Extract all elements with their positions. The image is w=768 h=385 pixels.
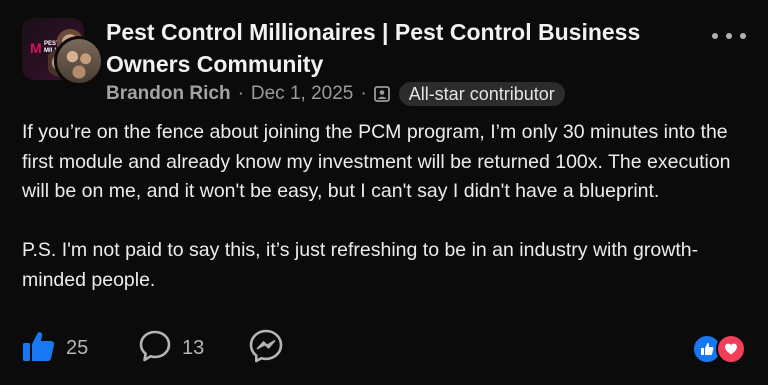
more-options-button[interactable] xyxy=(712,26,746,46)
love-reaction-icon xyxy=(716,334,746,364)
post-meta: Brandon Rich · Dec 1, 2025 · All-star co… xyxy=(106,82,565,106)
meta-separator: · xyxy=(360,83,367,104)
comment-count: 13 xyxy=(182,336,205,359)
post-paragraph-2: P.S. I'm not paid to say this, it’s just… xyxy=(22,239,699,291)
reactions-summary[interactable] xyxy=(692,334,748,364)
like-count: 25 xyxy=(66,336,89,359)
post-card: M PESTMILL Pest Control Millionaires | P… xyxy=(0,0,768,385)
post-date[interactable]: Dec 1, 2025 xyxy=(251,83,353,105)
group-name-link[interactable]: Pest Control Millionaires | Pest Control… xyxy=(106,16,666,80)
comment-button[interactable]: 13 xyxy=(138,330,204,366)
meta-separator: · xyxy=(237,83,244,104)
like-button[interactable]: 25 xyxy=(22,330,88,366)
author-avatar[interactable] xyxy=(54,36,104,86)
post-actions: 25 13 xyxy=(22,328,748,369)
contributor-badge[interactable]: All-star contributor xyxy=(398,82,565,106)
post-body: If you’re on the fence about joining the… xyxy=(22,118,742,295)
group-logo-letter: M xyxy=(30,40,42,56)
more-horizontal-icon xyxy=(712,33,718,39)
send-message-button[interactable] xyxy=(248,328,284,369)
contributor-badge-icon xyxy=(373,86,390,102)
comment-bubble-icon xyxy=(138,329,172,368)
author-name-link[interactable]: Brandon Rich xyxy=(106,83,231,105)
messenger-icon xyxy=(248,328,284,369)
thumbs-up-icon xyxy=(22,329,56,368)
post-paragraph-1: If you’re on the fence about joining the… xyxy=(22,121,731,202)
